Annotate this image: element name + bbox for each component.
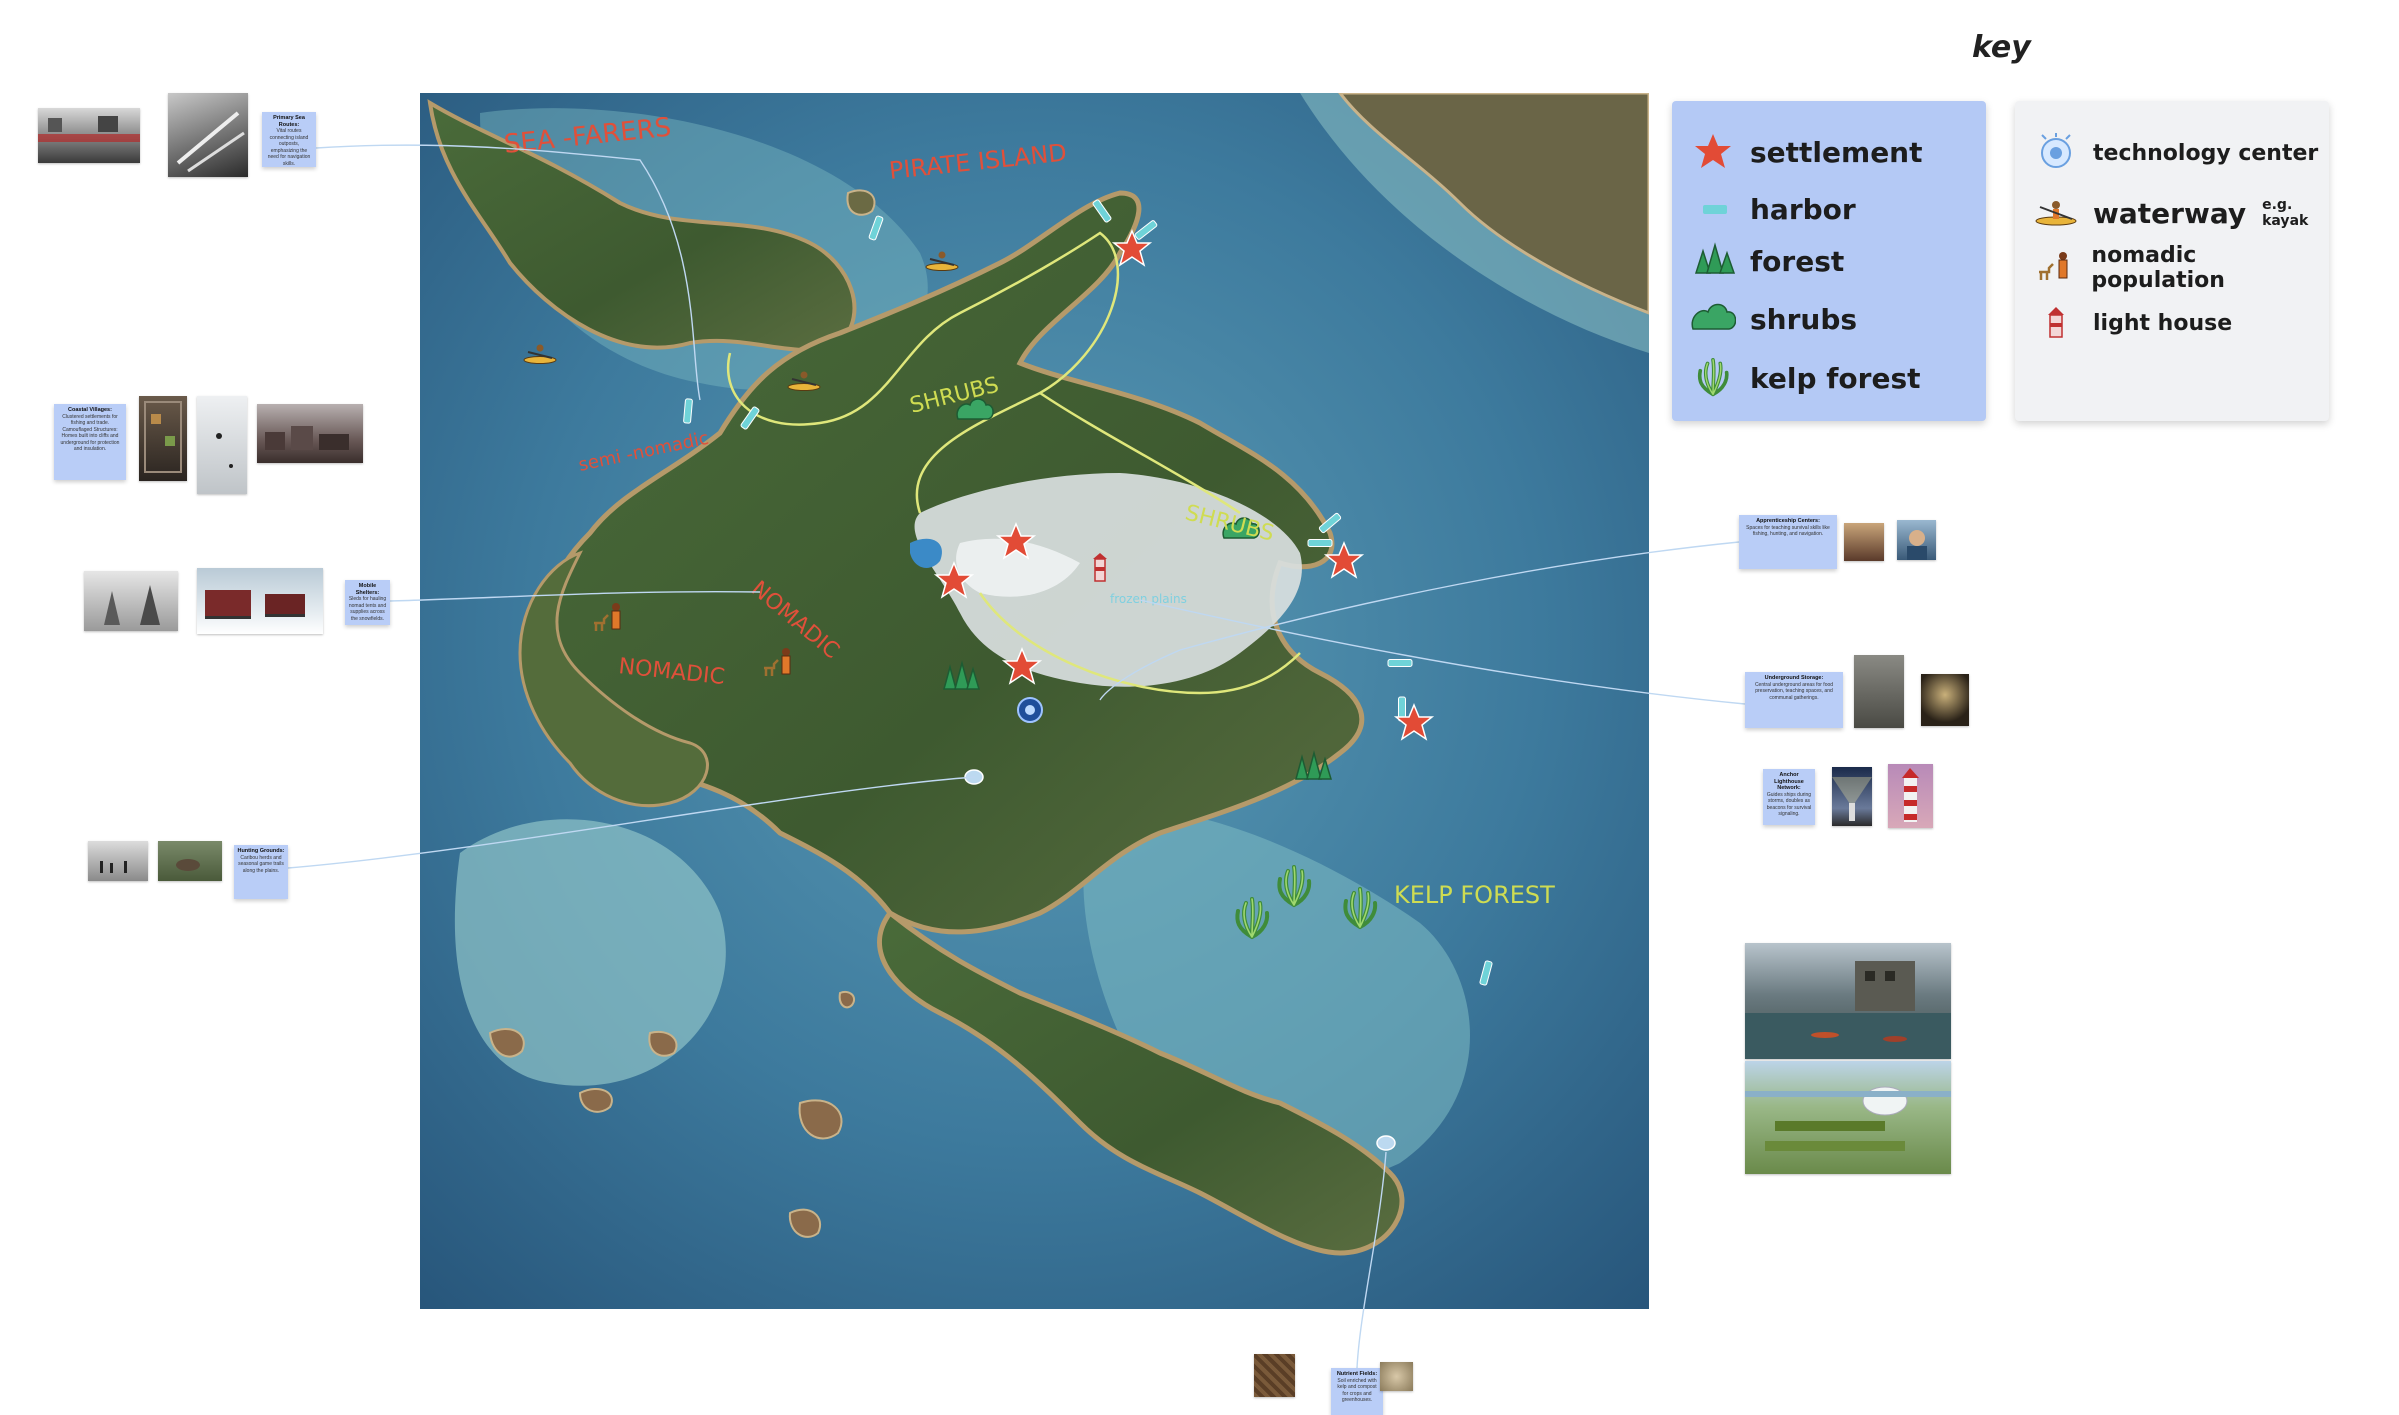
reference-photo-farm-greenhouse[interactable]	[1745, 1061, 1951, 1174]
key-item-kelp-forest: kelp forest	[1690, 356, 1921, 400]
sticky-note-hunting-grounds[interactable]: Hunting Grounds: Caribou herds and seaso…	[234, 845, 288, 899]
reference-photo-soil[interactable]	[1254, 1354, 1295, 1397]
key-panel-activities: technology center waterway e.g. kayak no…	[2015, 101, 2329, 421]
kelp-icon	[1690, 358, 1736, 398]
reference-photo-hunters[interactable]	[88, 841, 148, 881]
label-frozen-region: frozen plains	[1110, 592, 1187, 606]
sticky-note-nutrient-fields[interactable]: Nutrient Fields: Soil enriched with kelp…	[1331, 1368, 1383, 1415]
reference-photo-lighthouse-beam[interactable]	[1832, 767, 1872, 826]
kayaker-icon	[2033, 193, 2079, 233]
technology-center-icon	[2033, 133, 2079, 173]
reference-photo-boats-bw[interactable]	[168, 93, 248, 177]
reference-photo-waterfront-town[interactable]	[1745, 943, 1951, 1059]
sticky-note-primary-sea-routes[interactable]: Primary Sea Routes: Vital routes connect…	[262, 112, 316, 167]
key-item-waterway: waterway e.g. kayak	[2033, 191, 2329, 235]
key-item-nomadic-population: nomadic population	[2033, 243, 2329, 293]
key-item-shrubs: shrubs	[1690, 297, 1857, 341]
nomad-with-animal-icon	[2033, 248, 2077, 288]
sticky-note-coastal-villages[interactable]: Coastal Villages: Clustered settlements …	[54, 404, 126, 480]
key-item-settlement: settlement	[1690, 130, 1923, 174]
shrub-icon	[1690, 299, 1736, 339]
pine-trees-icon	[1690, 241, 1736, 281]
key-item-light-house: light house	[2033, 301, 2232, 345]
reference-photo-red-lighthouse[interactable]	[1888, 764, 1933, 828]
reference-photo-cave-storage[interactable]	[1854, 655, 1904, 728]
reference-photo-sled-cabins[interactable]	[197, 568, 323, 634]
lighthouse-icon	[2033, 303, 2079, 343]
harbor-dash-icon	[1690, 189, 1736, 229]
reference-photo-snowy-forest[interactable]	[84, 571, 178, 631]
reference-photo-student[interactable]	[1897, 520, 1936, 560]
key-title: key	[1972, 30, 2031, 65]
label-kelp-forest: KELP FOREST	[1394, 881, 1555, 909]
reference-photo-caribou[interactable]	[158, 841, 222, 881]
reference-photo-sea-harbor[interactable]	[38, 108, 140, 163]
key-panel-features: settlement harbor forest shrubs kelp for…	[1672, 101, 1986, 421]
star-icon	[1690, 132, 1736, 172]
reference-photo-underground-room[interactable]	[1921, 674, 1969, 726]
island-map: SEA -FARERS PIRATE ISLAND SHRUBS SHRUBS …	[420, 93, 1649, 1309]
reference-photo-workshop[interactable]	[1844, 523, 1884, 561]
reference-photo-coastal-village[interactable]	[257, 404, 363, 463]
key-item-technology-center: technology center	[2033, 131, 2318, 175]
sticky-note-underground-storage[interactable]: Underground Storage: Central underground…	[1745, 672, 1843, 728]
sticky-note-lighthouse-network[interactable]: Anchor Lighthouse Network: Guides ships …	[1763, 769, 1815, 825]
reference-photo-stone-shelter[interactable]	[139, 396, 187, 481]
reference-photo-compost[interactable]	[1380, 1362, 1413, 1391]
key-item-forest: forest	[1690, 239, 1844, 283]
reference-photo-snow-figure[interactable]	[197, 396, 247, 494]
sticky-note-mobile-shelters[interactable]: Mobile Shelters: Sleds for hauling nomad…	[345, 580, 390, 625]
key-item-harbor: harbor	[1690, 187, 1856, 231]
sticky-note-apprenticeship-centers[interactable]: Apprenticeship Centers: Spaces for teach…	[1739, 515, 1837, 569]
